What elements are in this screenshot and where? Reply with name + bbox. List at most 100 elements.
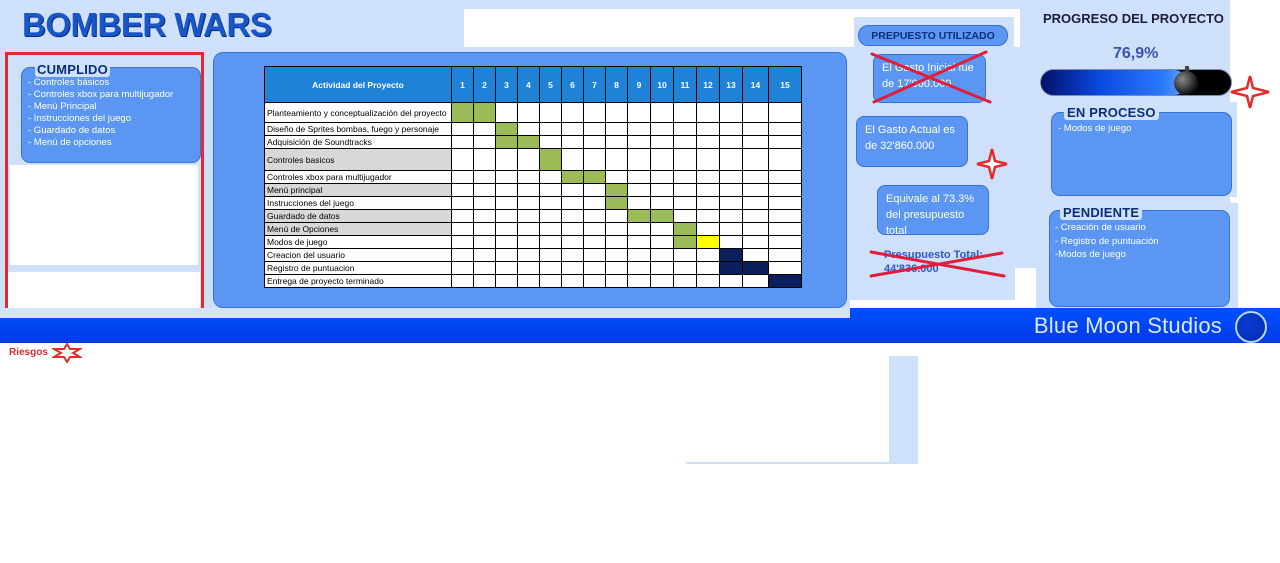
gantt-cell [719,235,743,249]
app-title: BOMBER WARS [22,6,272,43]
period-header: 3 [495,66,518,103]
gantt-cell [742,122,769,136]
period-header: 4 [517,66,540,103]
en-proceso-title: EN PROCESO [1064,105,1159,120]
gantt-cell [583,196,606,210]
gantt-cell [561,261,584,275]
period-header: 12 [696,66,720,103]
gantt-cell [719,196,743,210]
gantt-cell [583,148,606,171]
gantt-cell [561,209,584,223]
gantt-cell [473,102,496,123]
gantt-cell [696,248,720,262]
gantt-cell [583,122,606,136]
gantt-cell [650,122,674,136]
activity-label: Creacion del usuario [264,248,452,262]
activity-label: Adquisición de Soundtracks [264,135,452,149]
gantt-cell [473,148,496,171]
gantt-cell [650,170,674,184]
table-row: Modos de juego [264,235,802,249]
gantt-cell [627,102,651,123]
gantt-cell [742,222,769,236]
gantt-cell [517,148,540,171]
gantt-cell [539,248,562,262]
gantt-cell [473,135,496,149]
gantt-cell [768,261,802,275]
period-header: 6 [561,66,584,103]
gantt-cell [539,183,562,197]
gantt-cell [451,222,474,236]
gantt-cell [583,183,606,197]
table-row: Diseño de Sprites bombas, fuego y person… [264,122,802,136]
gantt-cell [673,183,697,197]
gantt-cell [605,170,628,184]
activity-label: Modos de juego [264,235,452,249]
gantt-cell [495,235,518,249]
gantt-cell [696,222,720,236]
gantt-cell [768,274,802,288]
gantt-cell [473,170,496,184]
gantt-cell [517,209,540,223]
gantt-cell [768,222,802,236]
gantt-cell [605,274,628,288]
gantt-cell [495,209,518,223]
star-mark-icon [976,148,1008,180]
en-proceso-list: - Modos de juego [1058,123,1131,135]
gantt-cell [696,235,720,249]
list-item: - Registro de puntuación [1055,235,1159,247]
gantt-cell [561,183,584,197]
gantt-cell [539,235,562,249]
gantt-cell [495,222,518,236]
gantt-cell [768,209,802,223]
gantt-cell [451,122,474,136]
table-row: Menú de Opciones [264,222,802,236]
gantt-cell [673,148,697,171]
gantt-cell [517,261,540,275]
gantt-cell [495,183,518,197]
progress-title: PROGRESO DEL PROYECTO [1043,11,1224,26]
gantt-cell [583,222,606,236]
gantt-cell [673,170,697,184]
table-row: Adquisición de Soundtracks [264,135,802,149]
period-header: 10 [650,66,674,103]
gantt-cell [742,274,769,288]
table-row: Registro de puntuacion [264,261,802,275]
gantt-cell [673,209,697,223]
gantt-cell [605,183,628,197]
gantt-cell [696,102,720,123]
gantt-cell [673,248,697,262]
gantt-cell [605,148,628,171]
gantt-cell [696,170,720,184]
gantt-cell [627,209,651,223]
gantt-cell [673,122,697,136]
gantt-cell [627,261,651,275]
gantt-cell [495,196,518,210]
gantt-cell [719,148,743,171]
gantt-cell [583,102,606,123]
gantt-cell [451,261,474,275]
moon-logo-icon [1235,311,1267,343]
gantt-cell [517,248,540,262]
gantt-cell [451,209,474,223]
gantt-cell [495,135,518,149]
gantt-cell [539,102,562,123]
gantt-cell [561,274,584,288]
activity-label: Diseño de Sprites bombas, fuego y person… [264,122,452,136]
gantt-cell [605,102,628,123]
gantt-cell [605,196,628,210]
gantt-cell [768,148,802,171]
gantt-cell [650,235,674,249]
gantt-cell [650,135,674,149]
gantt-cell [768,102,802,123]
gantt-cell [561,148,584,171]
gantt-cell [719,122,743,136]
gantt-cell [742,102,769,123]
gantt-cell [673,261,697,275]
gantt-cell [719,170,743,184]
gantt-cell [473,248,496,262]
gantt-cell [561,135,584,149]
gantt-cell [696,122,720,136]
gantt-cell [495,102,518,123]
gantt-cell [742,170,769,184]
gantt-cell [627,235,651,249]
